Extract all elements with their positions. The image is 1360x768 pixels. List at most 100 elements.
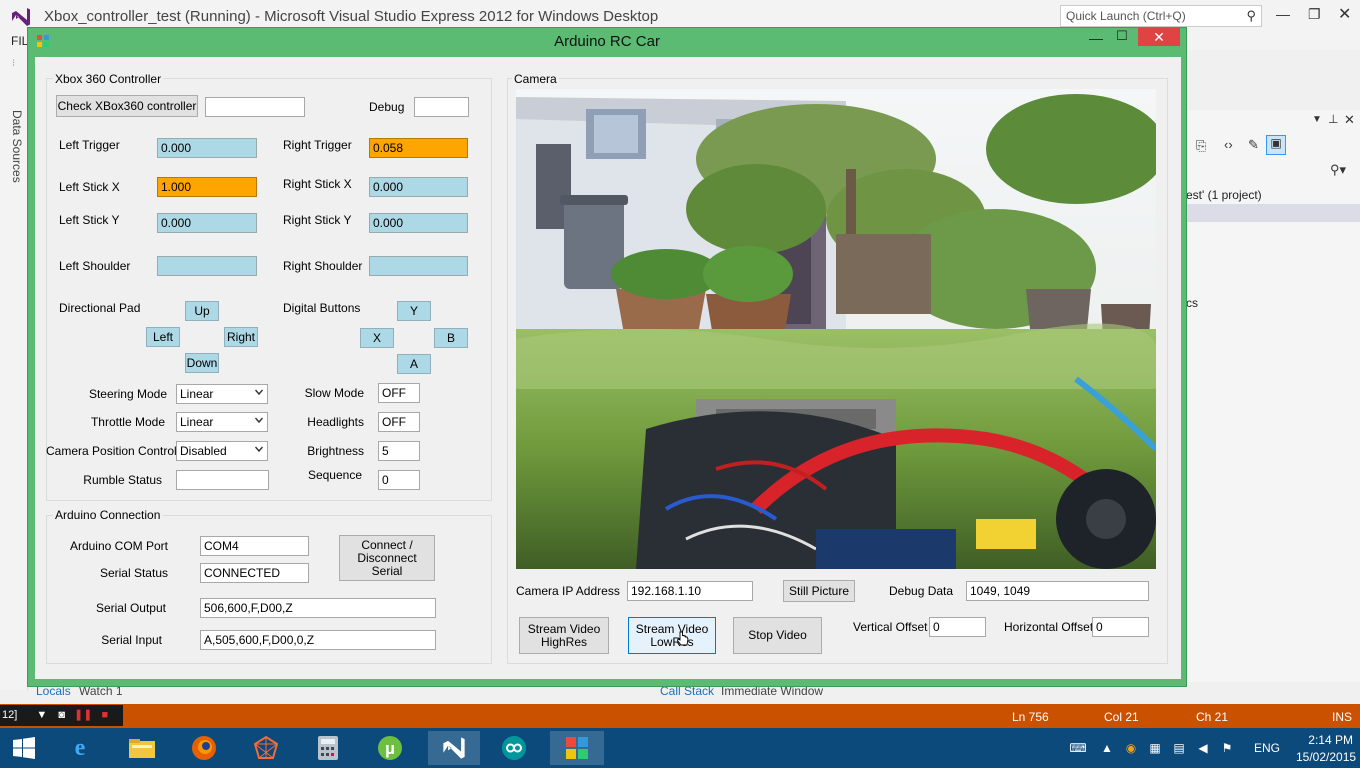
file-explorer-icon[interactable] (124, 731, 160, 765)
internet-explorer-icon[interactable]: e (62, 731, 98, 765)
dropdown-arrow-icon[interactable]: ▼ (36, 709, 47, 721)
windows-start-icon[interactable] (6, 731, 42, 765)
pause-icon[interactable]: ❚❚ (74, 709, 92, 721)
vs-restore-icon[interactable]: ❐ (1308, 6, 1321, 23)
left-stick-y-field[interactable]: 0.000 (157, 213, 257, 233)
steering-mode-label: Steering Mode (88, 387, 167, 401)
left-trigger-field[interactable]: 0.000 (157, 138, 257, 158)
rumble-status-field[interactable] (176, 470, 269, 490)
solution-tree-item[interactable]: cs (1186, 296, 1198, 310)
camera-feed-image (516, 89, 1156, 569)
button-x[interactable]: X (360, 328, 394, 348)
serial-status-field[interactable]: CONNECTED (200, 563, 309, 583)
code-view-icon[interactable]: ‹› (1224, 137, 1233, 152)
horizontal-offset-label: Horizontal Offset (1004, 620, 1094, 634)
right-shoulder-field[interactable] (369, 256, 468, 276)
tray-app-icon[interactable]: ▦ (1146, 739, 1164, 757)
debug-data-label: Debug Data (889, 584, 954, 598)
camera-position-select[interactable]: Disabled (176, 441, 268, 461)
right-stick-x-field[interactable]: 0.000 (369, 177, 468, 197)
arduino-rc-car-taskbar-icon[interactable] (550, 731, 604, 765)
com-port-field[interactable]: COM4 (200, 536, 309, 556)
right-trigger-field[interactable]: 0.058 (369, 138, 468, 158)
button-a[interactable]: A (397, 354, 431, 374)
solution-search-icon[interactable]: ⚲▾ (1330, 162, 1346, 178)
camera-ip-field[interactable]: 192.168.1.10 (627, 581, 753, 601)
avast-icon[interactable]: ◉ (1122, 739, 1140, 757)
debug-field[interactable] (414, 97, 469, 117)
vs-minimize-icon[interactable]: — (1276, 6, 1290, 22)
stream-video-highres-button[interactable]: Stream Video HighRes (519, 617, 609, 654)
chevron-down-icon (255, 446, 263, 453)
utorrent-icon[interactable]: µ (372, 731, 408, 765)
camera-icon[interactable]: ◙ (58, 709, 65, 721)
clock-date[interactable]: 15/02/2015 (1296, 750, 1356, 764)
visual-studio-logo-icon (12, 8, 30, 26)
sequence-field[interactable]: 0 (378, 470, 420, 490)
vertical-offset-field[interactable]: 0 (929, 617, 986, 637)
pane-close-icon[interactable]: ✕ (1344, 112, 1355, 128)
horizontal-offset-field[interactable]: 0 (1092, 617, 1149, 637)
app-window-title: Arduino RC Car (554, 33, 660, 50)
xbox-group-title: Xbox 360 Controller (53, 72, 164, 86)
close-button[interactable]: ✕ (1138, 28, 1180, 46)
debug-data-field[interactable]: 1049, 1049 (966, 581, 1149, 601)
maximize-button[interactable]: ☐ (1112, 28, 1132, 44)
pane-dropdown-icon[interactable]: ▼ (1312, 114, 1322, 125)
dpad-right[interactable]: Right (224, 327, 258, 347)
solution-tree-root[interactable]: est' (1 project) (1186, 188, 1262, 202)
arduino-icon[interactable] (496, 731, 532, 765)
clock-time[interactable]: 2:14 PM (1303, 733, 1353, 747)
search-icon[interactable]: ⚲ (1246, 8, 1256, 24)
dpad-down[interactable]: Down (185, 353, 219, 373)
connect-disconnect-serial-button[interactable]: Connect / Disconnect Serial (339, 535, 435, 581)
headlights-field[interactable]: OFF (378, 412, 420, 432)
stop-video-button[interactable]: Stop Video (733, 617, 822, 654)
steering-mode-select[interactable]: Linear (176, 384, 268, 404)
throttle-mode-select[interactable]: Linear (176, 412, 268, 432)
dpad-left[interactable]: Left (146, 327, 180, 347)
data-sources-tab[interactable]: Data Sources (10, 110, 24, 183)
button-y[interactable]: Y (397, 301, 431, 321)
action-center-flag-icon[interactable]: ⚑ (1218, 739, 1236, 757)
controller-status-field[interactable] (205, 97, 305, 117)
dpad-up[interactable]: Up (185, 301, 219, 321)
com-port-label: Arduino COM Port (69, 539, 168, 553)
calculator-icon[interactable] (310, 731, 346, 765)
camera-ip-label: Camera IP Address (516, 584, 620, 598)
still-picture-button[interactable]: Still Picture (783, 580, 855, 602)
tray-expand-icon[interactable]: ▲ (1098, 739, 1116, 757)
throttle-mode-label: Throttle Mode (90, 415, 165, 429)
check-xbox-controller-button[interactable]: Check XBox360 controller (56, 95, 198, 117)
left-shoulder-label: Left Shoulder (59, 259, 131, 273)
properties-wrench-icon[interactable]: ✎ (1248, 137, 1259, 153)
sync-icon[interactable]: ⎘ (1196, 138, 1206, 154)
vs-close-icon[interactable]: ✕ (1338, 4, 1351, 24)
3d-app-icon[interactable] (248, 731, 284, 765)
quick-launch-input[interactable]: Quick Launch (Ctrl+Q) ⚲ (1060, 5, 1262, 27)
left-shoulder-field[interactable] (157, 256, 257, 276)
stop-icon[interactable]: ■ (102, 709, 109, 721)
left-stick-x-field[interactable]: 1.000 (157, 177, 257, 197)
visual-studio-taskbar-icon[interactable] (428, 731, 480, 765)
keyboard-icon[interactable]: ⌨ (1064, 739, 1092, 757)
pin-icon[interactable]: ⊥ (1328, 112, 1338, 126)
volume-icon[interactable]: ◀ (1194, 739, 1212, 757)
serial-input-field[interactable]: A,505,600,F,D00,0,Z (200, 630, 436, 650)
preview-icon[interactable]: ▣ (1266, 135, 1286, 155)
serial-output-label: Serial Output (95, 601, 166, 615)
slow-mode-field[interactable]: OFF (378, 383, 420, 403)
brightness-field[interactable]: 5 (378, 441, 420, 461)
serial-output-field[interactable]: 506,600,F,D00,Z (200, 598, 436, 618)
serial-input-label: Serial Input (101, 633, 162, 647)
chevron-down-icon (255, 389, 263, 396)
firefox-icon[interactable] (186, 731, 222, 765)
button-b[interactable]: B (434, 328, 468, 348)
input-language[interactable]: ENG (1254, 741, 1280, 755)
solution-tree-selected-row[interactable] (1186, 204, 1360, 222)
stream-video-lowres-button[interactable]: Stream Video LowRes (628, 617, 716, 654)
right-stick-y-field[interactable]: 0.000 (369, 213, 468, 233)
minimize-button[interactable]: — (1086, 30, 1106, 46)
rumble-status-label: Rumble Status (83, 473, 162, 487)
network-icon[interactable]: ▤ (1170, 739, 1188, 757)
